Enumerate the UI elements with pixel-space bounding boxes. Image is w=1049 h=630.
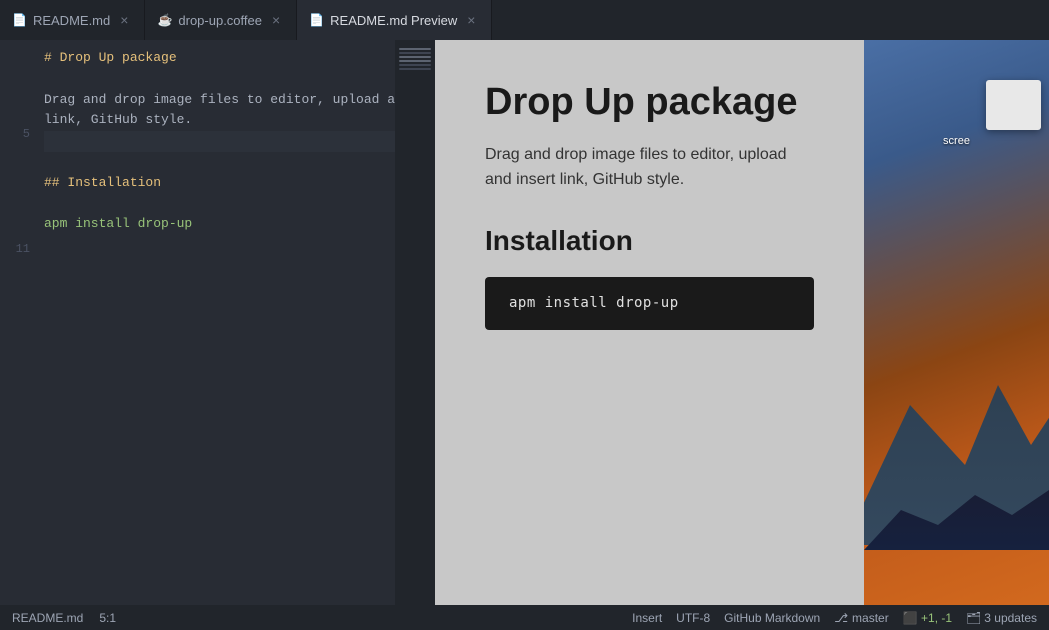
tab-drop-up-coffee[interactable]: ☕ drop-up.coffee × [145, 0, 297, 40]
screen-thumbnail [986, 80, 1041, 130]
minimap-line [399, 52, 431, 54]
line-num-2 [0, 67, 30, 86]
editor-panel: 5 11 # Drop Up package Drag and drop ima… [0, 40, 435, 605]
status-insert-mode: Insert [632, 611, 662, 625]
preview-installation-title: Installation [485, 225, 814, 257]
updates-icon: 🗂 [966, 611, 981, 625]
git-changes: ⬛ +1, -1 [903, 611, 952, 625]
screen-label: scree [864, 135, 1049, 147]
status-encoding: UTF-8 [676, 611, 710, 625]
preview-title: Drop Up package [485, 80, 814, 126]
code-line-1: # Drop Up package [44, 48, 395, 69]
minimap-line [399, 56, 431, 58]
status-syntax: GitHub Markdown [724, 611, 820, 625]
minimap-line [399, 64, 431, 66]
minimap-line [399, 48, 431, 50]
line-numbers: 5 11 [0, 40, 36, 605]
updates-badge: 🗂 3 updates [966, 611, 1037, 625]
desktop-wallpaper: scree [864, 40, 1049, 605]
code-line-2 [44, 69, 395, 90]
tab-coffee-close[interactable]: × [268, 10, 284, 30]
line-num-5: 5 [0, 125, 30, 144]
status-bar: README.md 5:1 Insert UTF-8 GitHub Markdo… [0, 605, 1049, 630]
branch-icon: ⎇ [834, 611, 848, 625]
line-num-4 [0, 106, 30, 125]
status-position: 5:1 [99, 611, 116, 625]
editor-content[interactable]: 5 11 # Drop Up package Drag and drop ima… [0, 40, 435, 605]
line-num-6 [0, 144, 30, 163]
git-changes-text: +1, -1 [921, 611, 952, 625]
tab-preview-icon: 📄 [309, 13, 324, 27]
status-right: Insert UTF-8 GitHub Markdown ⎇ master ⬛ … [632, 611, 1037, 625]
minimap-line [399, 60, 431, 62]
updates-text: 3 updates [984, 611, 1037, 625]
line-num-3 [0, 86, 30, 105]
code-line-11 [44, 256, 395, 277]
line-num-9 [0, 202, 30, 221]
code-line-5 [44, 131, 395, 152]
preview-panel[interactable]: Drop Up package Drag and drop image file… [435, 40, 864, 605]
preview-description: Drag and drop image files to editor, upl… [485, 142, 814, 193]
line-num-1 [0, 48, 30, 67]
preview-code-block: apm install drop-up [485, 277, 814, 330]
tab-readme-md-close[interactable]: × [116, 10, 132, 30]
tab-readme-preview-label: README.md Preview [330, 13, 457, 28]
code-line-7: ## Installation [44, 173, 395, 194]
tab-readme-md[interactable]: 📄 README.md × [0, 0, 145, 40]
tab-bar: 📄 README.md × ☕ drop-up.coffee × 📄 READM… [0, 0, 1049, 40]
branch-name: master [852, 611, 889, 625]
code-line-6 [44, 152, 395, 173]
code-line-8 [44, 194, 395, 215]
heading-text: # Drop Up package [44, 50, 177, 65]
code-area[interactable]: # Drop Up package Drag and drop image fi… [36, 40, 395, 605]
line-num-11: 11 [0, 240, 30, 259]
code-line-4: link, GitHub style. [44, 110, 395, 131]
tab-readme-md-label: README.md [33, 13, 110, 28]
main-area: 5 11 # Drop Up package Drag and drop ima… [0, 40, 1049, 605]
code-line-10 [44, 235, 395, 256]
line-num-7 [0, 163, 30, 182]
install-command: apm install drop-up [509, 295, 679, 311]
minimap [395, 40, 435, 605]
line-num-10 [0, 221, 30, 240]
tab-readme-preview[interactable]: 📄 README.md Preview × [297, 0, 492, 40]
minimap-line [399, 68, 431, 70]
line-num-8 [0, 182, 30, 201]
tab-coffee-icon: ☕ [157, 13, 172, 27]
tab-drop-up-coffee-label: drop-up.coffee [178, 13, 262, 28]
code-line-9: apm install drop-up [44, 214, 395, 235]
code-line-3: Drag and drop image files to editor, upl… [44, 90, 395, 111]
tab-readme-md-icon: 📄 [12, 13, 27, 27]
tab-preview-close[interactable]: × [463, 10, 479, 30]
status-filename: README.md [12, 611, 83, 625]
git-branch-info: ⎇ master [834, 611, 889, 625]
